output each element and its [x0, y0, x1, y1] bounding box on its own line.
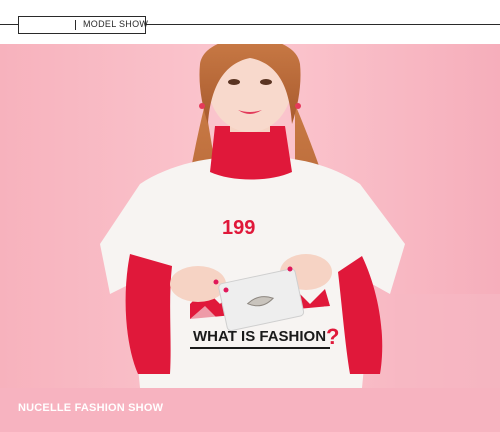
header-bar: MODEL SHOW — [0, 0, 500, 44]
shirt-question-mark: ? — [326, 324, 339, 349]
backdrop-panel — [395, 294, 500, 388]
left-eye — [228, 79, 240, 85]
model-show-tab[interactable]: MODEL SHOW — [18, 16, 149, 34]
footer-banner: NUCELLE FASHION SHOW — [0, 388, 500, 432]
nail-1 — [213, 279, 219, 285]
earring-left — [199, 103, 205, 109]
nail-3 — [287, 266, 293, 272]
model-show-label: MODEL SHOW — [83, 19, 149, 29]
left-hand — [170, 266, 226, 302]
shirt-slogan: WHAT IS FASHION — [193, 328, 326, 345]
model-illustration: 199 WHAT IS FASHION ? — [0, 44, 500, 388]
turtleneck-collar — [210, 126, 292, 180]
right-eye — [260, 79, 272, 85]
earring-right — [295, 103, 301, 109]
shirt-number: 199 — [222, 217, 255, 239]
model-show-separator — [75, 20, 76, 30]
slogan-underline — [190, 347, 330, 349]
footer-title: NUCELLE FASHION SHOW — [18, 402, 164, 414]
nail-2 — [223, 287, 229, 293]
left-sleeve — [125, 254, 172, 374]
model-photo: 199 WHAT IS FASHION ? — [0, 44, 500, 388]
